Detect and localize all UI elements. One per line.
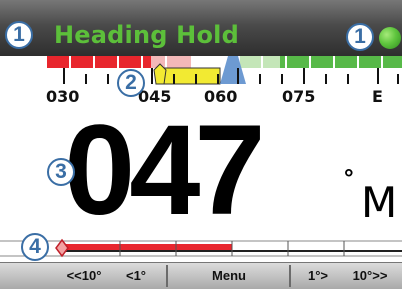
port-zone bbox=[47, 56, 151, 68]
stbd-1-button[interactable]: 1°> bbox=[300, 263, 336, 289]
rudder-marker-icon bbox=[55, 238, 69, 258]
callout-3-heading: 3 bbox=[47, 158, 75, 186]
degree-symbol: ° bbox=[344, 165, 354, 192]
callout-1-title: 1 bbox=[5, 21, 33, 49]
stbd-10-button[interactable]: 10°>> bbox=[342, 263, 398, 289]
autopilot-screen: Heading Hold 030 045 060 075 E 047 ° M <… bbox=[0, 0, 402, 289]
starboard-zone-fade bbox=[240, 56, 280, 68]
callout-2-course-error: 2 bbox=[117, 69, 145, 97]
status-indicator-icon bbox=[379, 27, 401, 49]
softkey-divider bbox=[166, 265, 168, 287]
callout-4-rudder: 4 bbox=[21, 233, 49, 261]
course-error-bar bbox=[157, 67, 221, 85]
rudder-indicator bbox=[0, 236, 402, 262]
tape-label-e: E bbox=[372, 87, 383, 106]
port-1-button[interactable]: <1° bbox=[118, 263, 154, 289]
header-bar: Heading Hold bbox=[0, 0, 402, 56]
menu-button[interactable]: Menu bbox=[170, 263, 288, 289]
callout-1-status: 1 bbox=[346, 23, 374, 51]
port-10-button[interactable]: <<10° bbox=[58, 263, 110, 289]
rudder-graphic bbox=[0, 238, 402, 258]
port-zone-fade bbox=[151, 56, 191, 68]
softkey-divider bbox=[289, 265, 291, 287]
starboard-zone bbox=[280, 56, 402, 68]
tape-label-075: 075 bbox=[282, 87, 316, 106]
heading-value: 047 bbox=[64, 99, 266, 242]
softkey-bar: <<10° <1° Menu 1°> 10°>> bbox=[0, 262, 402, 289]
mode-title: Heading Hold bbox=[54, 21, 239, 49]
heading-reference: M bbox=[361, 178, 398, 227]
